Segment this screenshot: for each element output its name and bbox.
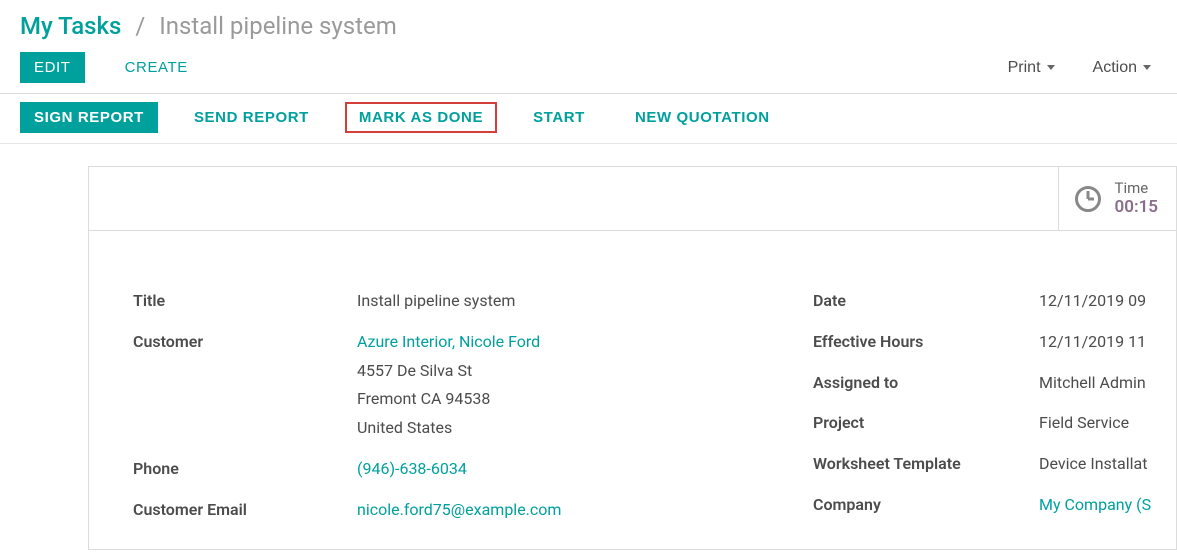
- new-quotation-button[interactable]: NEW QUOTATION: [621, 102, 784, 133]
- worksheet-template-value: Device Installat: [1039, 450, 1147, 479]
- title-value: Install pipeline system: [357, 287, 515, 316]
- date-label: Date: [813, 287, 1039, 316]
- customer-label: Customer: [133, 328, 357, 357]
- breadcrumb-leaf: Install pipeline system: [159, 12, 397, 40]
- effective-hours-value: 12/11/2019 11: [1039, 328, 1146, 357]
- date-value: 12/11/2019 09: [1039, 287, 1146, 316]
- timer-label: Time: [1115, 179, 1158, 198]
- status-actions-bar: SIGN REPORT SEND REPORT MARK AS DONE STA…: [0, 94, 1177, 144]
- action-menu[interactable]: Action: [1087, 58, 1157, 78]
- project-value: Field Service: [1039, 409, 1129, 438]
- mark-as-done-button[interactable]: MARK AS DONE: [345, 102, 497, 133]
- caret-down-icon: [1047, 65, 1055, 70]
- edit-button[interactable]: EDIT: [20, 52, 85, 83]
- customer-link[interactable]: Azure Interior, Nicole Ford: [357, 328, 540, 357]
- breadcrumb: My Tasks / Install pipeline system: [0, 0, 1177, 44]
- print-label: Print: [1008, 59, 1041, 77]
- customer-city: Fremont CA 94538: [357, 385, 540, 414]
- action-label: Action: [1093, 59, 1137, 77]
- project-label: Project: [813, 409, 1039, 438]
- breadcrumb-separator: /: [135, 12, 145, 40]
- send-report-button[interactable]: SEND REPORT: [180, 102, 323, 133]
- start-button[interactable]: START: [519, 102, 599, 133]
- phone-label: Phone: [133, 455, 357, 484]
- caret-down-icon: [1143, 65, 1151, 70]
- customer-country: United States: [357, 414, 540, 443]
- customer-street: 4557 De Silva St: [357, 357, 540, 386]
- company-link[interactable]: My Company (S: [1039, 491, 1151, 520]
- create-button[interactable]: CREATE: [111, 52, 202, 83]
- assigned-to-label: Assigned to: [813, 369, 1039, 398]
- print-menu[interactable]: Print: [1002, 58, 1061, 78]
- company-label: Company: [813, 491, 1039, 520]
- worksheet-template-label: Worksheet Template: [813, 450, 1039, 479]
- main-toolbar: EDIT CREATE Print Action: [0, 44, 1177, 94]
- email-link[interactable]: nicole.ford75@example.com: [357, 496, 561, 525]
- email-label: Customer Email: [133, 496, 357, 525]
- sign-report-button[interactable]: SIGN REPORT: [20, 102, 158, 133]
- timer-widget[interactable]: Time 00:15: [1058, 167, 1176, 230]
- phone-link[interactable]: (946)-638-6034: [357, 455, 467, 484]
- clock-icon: [1075, 186, 1101, 212]
- effective-hours-label: Effective Hours: [813, 328, 1039, 357]
- task-card: Time 00:15 Title Install pipeline system…: [88, 166, 1177, 550]
- timer-value: 00:15: [1115, 197, 1158, 218]
- title-label: Title: [133, 287, 357, 316]
- assigned-to-value: Mitchell Admin: [1039, 369, 1146, 398]
- breadcrumb-root[interactable]: My Tasks: [20, 12, 121, 40]
